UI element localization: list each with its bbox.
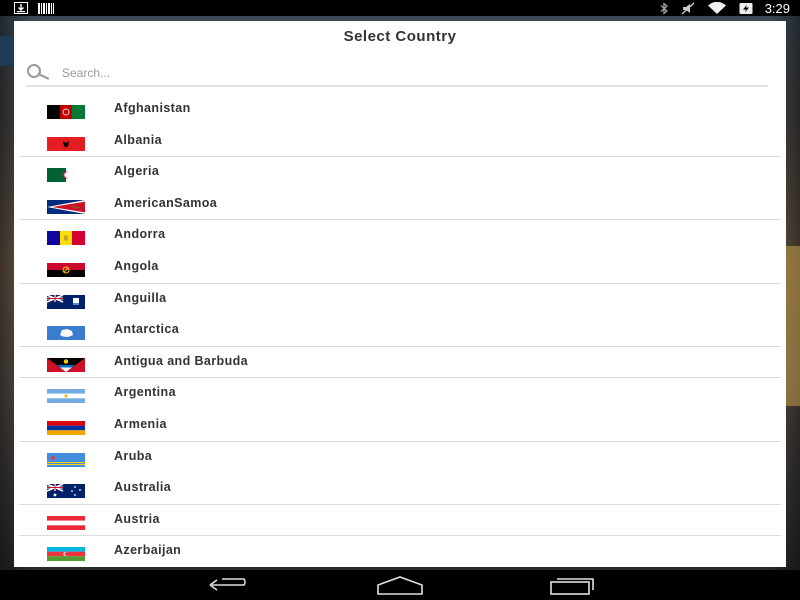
austria-flag-icon xyxy=(47,515,85,530)
list-item[interactable]: Australia xyxy=(14,472,786,504)
argentina-flag-icon xyxy=(47,389,85,404)
download-icon xyxy=(14,2,28,14)
list-item[interactable]: Aruba xyxy=(14,440,786,473)
country-name: Andorra xyxy=(114,227,166,242)
antarctica-flag-icon xyxy=(47,326,85,341)
aruba-flag-icon xyxy=(47,452,85,467)
country-name: AmericanSamoa xyxy=(114,195,218,210)
search-bar[interactable] xyxy=(26,61,768,87)
list-item[interactable]: Azerbaijan xyxy=(14,535,786,567)
list-item[interactable]: Austria xyxy=(14,503,786,536)
albania-flag-icon xyxy=(47,136,85,151)
barcode-icon xyxy=(38,2,54,14)
country-name: Afghanistan xyxy=(114,101,191,115)
country-name: Azerbaijan xyxy=(114,543,182,558)
algeria-flag-icon xyxy=(47,168,85,183)
navigation-bar xyxy=(0,570,800,600)
list-item[interactable]: Antarctica xyxy=(14,314,786,346)
status-bar: 3:29 xyxy=(0,0,800,16)
afghanistan-flag-icon xyxy=(47,105,85,119)
list-item[interactable]: Antigua and Barbuda xyxy=(14,345,786,378)
country-name: Antarctica xyxy=(114,322,180,337)
list-item[interactable]: Argentina xyxy=(14,377,786,409)
country-name: Aruba xyxy=(114,448,153,463)
country-list[interactable]: Afghanistan Albania Algeria AmericanSamo… xyxy=(14,93,786,567)
anguilla-flag-icon xyxy=(47,294,85,309)
select-country-dialog: Select Country Afghanistan Albania xyxy=(14,21,786,567)
country-name: Argentina xyxy=(114,385,176,400)
bluetooth-icon xyxy=(660,1,668,15)
country-name: Anguilla xyxy=(114,290,167,305)
country-name: Australia xyxy=(114,480,172,495)
search-input[interactable] xyxy=(62,63,762,83)
armenia-flag-icon xyxy=(47,420,85,435)
country-name: Antigua and Barbuda xyxy=(114,353,248,368)
list-item[interactable]: Afghanistan xyxy=(14,93,786,125)
list-item[interactable]: Armenia xyxy=(14,409,786,441)
country-name: Austria xyxy=(114,511,160,526)
country-name: Angola xyxy=(114,258,159,273)
list-item[interactable]: Anguilla xyxy=(14,282,786,315)
battery-charging-icon xyxy=(739,2,753,14)
country-name: Algeria xyxy=(114,164,160,179)
clock: 3:29 xyxy=(764,0,790,16)
mute-icon xyxy=(681,1,695,15)
list-item[interactable]: Algeria xyxy=(14,156,786,188)
country-name: Albania xyxy=(114,132,162,147)
wifi-icon xyxy=(707,1,726,14)
azerbaijan-flag-icon xyxy=(47,547,85,562)
dialog-title: Select Country xyxy=(343,28,457,45)
recent-apps-icon[interactable] xyxy=(549,575,595,595)
list-item[interactable]: Albania xyxy=(14,125,786,157)
american-samoa-flag-icon xyxy=(47,199,85,214)
list-item[interactable]: AmericanSamoa xyxy=(14,188,786,220)
australia-flag-icon xyxy=(47,484,85,499)
back-icon[interactable] xyxy=(206,575,252,595)
list-item[interactable]: Andorra xyxy=(14,219,786,251)
list-item[interactable]: Angola xyxy=(14,251,786,283)
andorra-flag-icon xyxy=(47,231,85,246)
country-name: Armenia xyxy=(114,416,167,431)
home-icon[interactable] xyxy=(376,575,424,595)
antigua-and-barbuda-flag-icon xyxy=(47,357,85,372)
angola-flag-icon xyxy=(47,262,85,277)
search-icon xyxy=(27,64,50,80)
